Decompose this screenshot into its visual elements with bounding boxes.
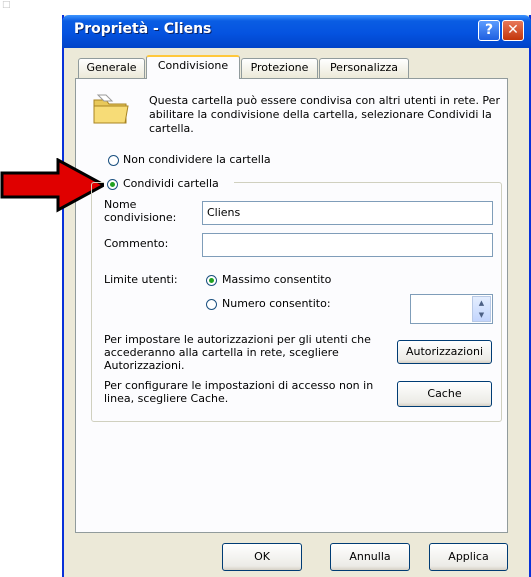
max-allowed-radio[interactable] (206, 275, 217, 286)
cache-button[interactable]: Cache (397, 381, 492, 407)
tab-condivisione[interactable]: Condivisione (146, 55, 240, 79)
no-share-radio[interactable] (108, 155, 119, 166)
ok-button[interactable]: OK (222, 543, 302, 571)
corner-mark: □ (2, 0, 11, 10)
max-allowed-label[interactable]: Massimo consentito (222, 273, 331, 286)
share-label[interactable]: Condividi cartella (123, 177, 219, 190)
tab-personalizza[interactable]: Personalizza (319, 58, 409, 78)
share-name-input[interactable]: Cliens (202, 201, 493, 225)
number-allowed-label[interactable]: Numero consentito: (222, 297, 331, 310)
shared-folder-icon (93, 94, 129, 124)
share-radio[interactable] (107, 179, 118, 190)
tab-protezione[interactable]: Protezione (241, 58, 318, 78)
cancel-button[interactable]: Annulla (330, 543, 410, 571)
close-button[interactable]: ✕ (502, 20, 524, 41)
window-title: Proprietà - Cliens (74, 21, 212, 37)
share-name-label: Nome condivisione: (104, 198, 177, 224)
permissions-button[interactable]: Autorizzazioni (397, 340, 492, 364)
spinner-arrows-icon[interactable]: ▲ ▼ (472, 296, 491, 322)
help-button[interactable]: ? (478, 20, 500, 41)
tab-generale[interactable]: Generale (78, 58, 145, 78)
comment-label: Commento: (104, 237, 169, 250)
user-limit-label: Limite utenti: (104, 273, 178, 286)
number-allowed-radio[interactable] (206, 299, 217, 310)
permissions-text: Per impostare le autorizzazioni per gli … (104, 333, 371, 372)
comment-input[interactable] (202, 233, 493, 257)
apply-button[interactable]: Applica (429, 543, 508, 571)
cache-text: Per configurare le impostazioni di acces… (104, 379, 374, 405)
sharing-description: Questa cartella può essere condivisa con… (149, 94, 500, 135)
no-share-label[interactable]: Non condividere la cartella (123, 153, 271, 166)
